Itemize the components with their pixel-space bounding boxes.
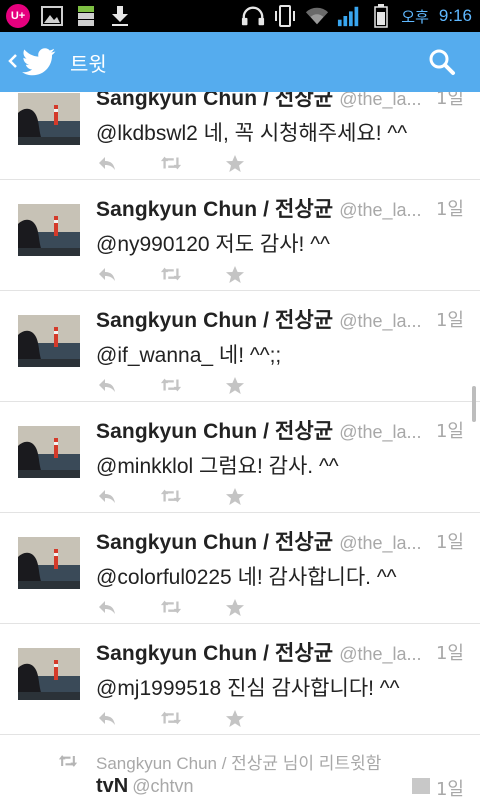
headset-icon [241,4,265,28]
tweet-author[interactable]: Sangkyun Chun / 전상균 @the_la... [96,526,476,556]
tweet-time: 1일 [433,639,464,665]
signal-icon [337,4,361,28]
tweet-item[interactable]: Sangkyun Chun / 전상균 @the_la... 1일 @if_wan… [0,291,480,402]
author-handle[interactable]: @the_la... [339,533,421,553]
tweet-text: @if_wanna_ 네! ^^;; [96,344,282,367]
retweet-icon[interactable] [160,153,182,173]
reply-icon[interactable] [96,153,118,173]
tweet-time: 1일 [433,528,464,554]
avatar[interactable] [18,537,80,589]
storage-icon [74,4,98,28]
reply-icon[interactable] [96,708,118,728]
tweet-text: @ny990120 저도 감사! ^^ [96,233,330,256]
page-title: 트윗 [70,51,107,76]
author-name[interactable]: Sangkyun Chun / 전상균 [96,198,333,221]
author-name[interactable]: Sangkyun Chun / 전상균 [96,531,333,554]
retweet-icon[interactable] [160,264,182,284]
tweet-time: 1일 [435,779,464,800]
author-handle[interactable]: @chtvn [132,776,193,796]
gallery-icon [40,4,64,28]
retweeted-by-label[interactable]: Sangkyun Chun / 전상균 님이 리트윗함 [96,749,381,774]
retweet-icon[interactable] [160,375,182,395]
action-bar: 트윗 [0,32,480,92]
tweet-author[interactable]: Sangkyun Chun / 전상균 @the_la... [96,92,476,112]
avatar[interactable] [18,315,80,367]
retweet-icon[interactable] [160,486,182,506]
reply-icon[interactable] [96,375,118,395]
tweet-actions [96,153,246,173]
retweet-icon[interactable] [160,708,182,728]
tweet-actions [96,375,246,395]
tweet-time: 1일 [433,195,464,221]
avatar[interactable] [18,426,80,478]
tweet-item[interactable]: Sangkyun Chun / 전상균 @the_la... 1일 @lkdbsw… [0,92,480,180]
status-bar: U+ 오후 9:16 [0,0,480,32]
avatar[interactable] [18,93,80,145]
tweet-text: @mj1999518 진심 감사합니다! ^^ [96,677,400,700]
tweet-author[interactable]: Sangkyun Chun / 전상균 @the_la... [96,193,476,223]
search-icon[interactable] [426,46,458,78]
tweet-text: @lkdbswl2 네, 꼭 시청해주세요! ^^ [96,122,408,145]
tweet-text: @colorful0225 네! 감사합니다. ^^ [96,566,397,589]
tweet-item[interactable]: Sangkyun Chun / 전상균 @the_la... 1일 @ny9901… [0,180,480,291]
favorite-icon[interactable] [224,375,246,395]
author-name[interactable]: Sangkyun Chun / 전상균 [96,642,333,665]
tweet-actions [96,264,246,284]
author-handle[interactable]: @the_la... [339,200,421,220]
author-handle[interactable]: @the_la... [339,644,421,664]
status-time: 9:16 [438,6,472,25]
status-ampm: 오후 [401,7,429,26]
tweet-actions [96,486,246,506]
tweet-time: 1일 [433,92,464,110]
battery-icon [369,4,393,28]
author-name[interactable]: Sangkyun Chun / 전상균 [96,92,333,110]
reply-icon[interactable] [96,597,118,617]
timeline[interactable]: Sangkyun Chun / 전상균 @the_la... 1일 @lkdbsw… [0,92,480,800]
tweet-actions [96,597,246,617]
tweet-time: 1일 [433,417,464,443]
tweet-item[interactable]: Sangkyun Chun / 전상균 @the_la... 1일 @mj1999… [0,624,480,735]
tweet-actions [96,708,246,728]
app-screen: U+ 오후 9:16 트윗 Sangkyun Chun / 전상균 @the_l… [0,0,480,800]
avatar[interactable] [18,204,80,256]
tweet-list: Sangkyun Chun / 전상균 @the_la... 1일 @lkdbsw… [0,92,480,800]
retweet-icon[interactable] [160,597,182,617]
author-name[interactable]: tvN [96,775,128,797]
twitter-bird-icon[interactable] [22,45,56,79]
media-icon [412,778,430,794]
vibrate-icon [273,4,297,28]
favorite-icon[interactable] [224,708,246,728]
reply-icon[interactable] [96,264,118,284]
tweet-author[interactable]: Sangkyun Chun / 전상균 @the_la... [96,637,476,667]
tweet-item[interactable]: Sangkyun Chun / 전상균 @the_la... 1일 @colorf… [0,513,480,624]
retweeted-icon [58,753,78,772]
author-handle[interactable]: @the_la... [339,92,421,109]
tweet-author[interactable]: Sangkyun Chun / 전상균 @the_la... [96,415,476,445]
wifi-icon [305,4,329,28]
download-icon [108,4,132,28]
author-name[interactable]: Sangkyun Chun / 전상균 [96,309,333,332]
tweet-time: 1일 [433,306,464,332]
avatar[interactable] [18,648,80,700]
author-handle[interactable]: @the_la... [339,422,421,442]
favorite-icon[interactable] [224,153,246,173]
favorite-icon[interactable] [224,264,246,284]
tweet-text: @minkklol 그럼요! 감사. ^^ [96,455,339,478]
tweet-item[interactable]: Sangkyun Chun / 전상균 @the_la... 1일 @minkkl… [0,402,480,513]
retweeted-tweet[interactable]: Sangkyun Chun / 전상균 님이 리트윗함 tvN @chtvn 1일 [0,735,480,800]
reply-icon[interactable] [96,486,118,506]
tweet-author[interactable]: tvN @chtvn [96,775,194,798]
author-name[interactable]: Sangkyun Chun / 전상균 [96,420,333,443]
uplus-icon: U+ [6,4,30,28]
chevron-left-icon[interactable] [8,50,18,75]
favorite-icon[interactable] [224,597,246,617]
author-handle[interactable]: @the_la... [339,311,421,331]
scrollbar[interactable] [472,386,476,422]
favorite-icon[interactable] [224,486,246,506]
tweet-author[interactable]: Sangkyun Chun / 전상균 @the_la... [96,304,476,334]
